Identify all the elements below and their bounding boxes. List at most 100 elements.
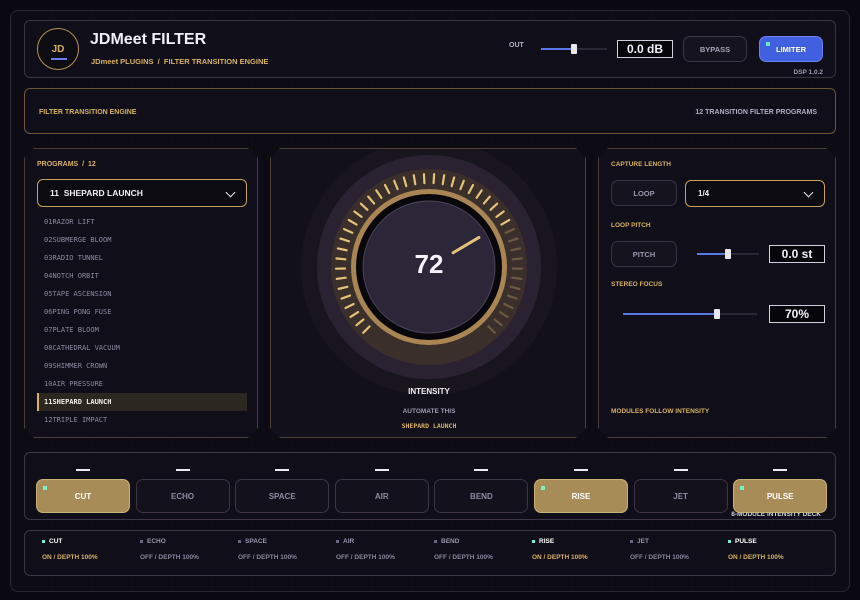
status-dot-icon <box>238 540 241 543</box>
status-dot-icon <box>728 540 731 543</box>
program-name: SHEPARD LAUNCH <box>52 398 112 406</box>
pitch-label: PITCH <box>632 249 656 259</box>
pitch-button[interactable]: PITCH <box>611 241 677 267</box>
program-item-notch-orbit[interactable]: 04 NOTCH ORBIT <box>37 267 247 285</box>
module-label: BEND <box>470 491 493 501</box>
module-indicator-space <box>275 469 290 471</box>
module-indicator-air <box>374 469 389 471</box>
chevron-down-icon <box>226 188 236 198</box>
module-button-cut[interactable]: CUT <box>36 479 130 513</box>
program-name: SHIMMER CROWN <box>52 362 108 370</box>
program-item-submerge-bloom[interactable]: 02 SUBMERGE BLOOM <box>37 231 247 249</box>
program-item-triple-impact[interactable]: 12 TRIPLE IMPACT <box>37 411 247 429</box>
program-name: CATHEDRAL VACUUM <box>52 344 120 352</box>
pitch-slider[interactable] <box>697 249 759 259</box>
stereo-focus-slider[interactable] <box>623 309 757 319</box>
module-status-name: SPACE <box>238 538 336 545</box>
automate-label: AUTOMATE THIS <box>402 408 456 415</box>
module-status-label: SPACE <box>245 538 267 545</box>
out-label: OUT <box>509 42 524 49</box>
pitch-slider-thumb[interactable] <box>725 249 731 259</box>
program-number: 08 <box>44 344 53 352</box>
module-led <box>740 486 745 490</box>
program-number: 02 <box>44 236 53 244</box>
capture-length-select[interactable]: 1/4 <box>685 180 825 207</box>
module-label: AIR <box>374 491 389 501</box>
status-dot-icon <box>434 540 437 543</box>
module-button-pulse[interactable]: PULSE <box>733 479 828 513</box>
module-button-jet[interactable]: JET <box>633 479 728 513</box>
module-button-bend[interactable]: BEND <box>434 479 529 513</box>
program-select[interactable]: 11 SHEPARD LAUNCH <box>37 179 247 207</box>
program-number: 07 <box>44 326 53 334</box>
program-item-radio-tunnel[interactable]: 03 RADIO TUNNEL <box>37 249 247 267</box>
module-label: SPACE <box>268 491 296 501</box>
logo-text: JD <box>51 43 65 55</box>
module-status-name: BEND <box>434 538 532 545</box>
module-indicator-echo <box>175 469 190 471</box>
program-item-shepard-launch[interactable]: 11 SHEPARD LAUNCH <box>37 393 247 411</box>
program-item-tape-ascension[interactable]: 05 TAPE ASCENSION <box>37 285 247 303</box>
module-label: CUT <box>74 491 92 501</box>
module-status-value: ON / DEPTH 100% <box>728 554 784 561</box>
loop-button[interactable]: LOOP <box>611 180 677 206</box>
stereo-focus-label: STEREO FOCUS <box>611 281 663 288</box>
program-count-label: 12 TRANSITION FILTER PROGRAMS <box>695 109 817 116</box>
output-slider[interactable] <box>541 44 607 54</box>
capture-length-value: 1/4 <box>698 189 710 198</box>
program-item-air-pressure[interactable]: 10 AIR PRESSURE <box>37 375 247 393</box>
module-status-air: AIR OFF / DEPTH 100% <box>336 538 434 561</box>
status-dot-icon <box>140 540 143 543</box>
output-slider-thumb[interactable] <box>571 44 577 54</box>
program-name: NOTCH ORBIT <box>52 272 99 280</box>
bypass-label: BYPASS <box>699 44 731 54</box>
capture-panel: CAPTURE LENGTH LOOP 1/4 LOOP PITCH PITCH… <box>598 148 836 438</box>
limiter-label: LIMITER <box>776 44 806 54</box>
stereo-focus-readout[interactable]: 70% <box>769 305 825 323</box>
program-list: 01 RAZOR LIFT 02 SUBMERGE BLOOM 03 RADIO T… <box>37 213 247 429</box>
module-led <box>541 486 545 490</box>
knob-tick <box>336 259 345 260</box>
output-gain-readout[interactable]: 0.0 dB <box>617 40 673 58</box>
chevron-down-icon <box>804 188 814 198</box>
program-name: PING PONG FUSE <box>52 308 112 316</box>
module-button-space[interactable]: SPACE <box>235 479 330 513</box>
module-led <box>43 486 47 490</box>
module-status-value: ON / DEPTH 100% <box>532 554 588 561</box>
program-name: TRIPLE IMPACT <box>52 416 108 424</box>
program-number: 09 <box>44 362 53 370</box>
status-dot-icon <box>42 540 45 543</box>
program-item-ping-pong-fuse[interactable]: 06 PING PONG FUSE <box>37 303 247 321</box>
module-status-bend: BEND OFF / DEPTH 100% <box>434 538 532 561</box>
module-status-name: PULSE <box>728 538 826 545</box>
logo-underline <box>51 58 67 60</box>
limiter-button[interactable]: LIMITER <box>759 36 823 62</box>
program-item-cathedral-vacuum[interactable]: 08 CATHEDRAL VACUUM <box>37 339 247 357</box>
module-status-space: SPACE OFF / DEPTH 100% <box>238 538 336 561</box>
module-button-rise[interactable]: RISE <box>534 479 628 513</box>
module-status-label: CUT <box>49 538 63 545</box>
program-number: 10 <box>44 380 53 388</box>
module-button-echo[interactable]: ECHO <box>135 479 230 513</box>
loop-pitch-label: LOOP PITCH <box>611 222 651 229</box>
program-number: 03 <box>44 254 53 262</box>
bypass-button[interactable]: BYPASS <box>683 36 747 62</box>
program-name: RAZOR LIFT <box>52 218 95 226</box>
dsp-version: DSP 1.0.2 <box>793 69 823 76</box>
program-item-shimmer-crown[interactable]: 09 SHIMMER CROWN <box>37 357 247 375</box>
program-number: 01 <box>44 218 53 226</box>
module-status-name: ECHO <box>140 538 238 545</box>
program-number: 06 <box>44 308 53 316</box>
program-item-plate-bloom[interactable]: 07 PLATE BLOOM <box>37 321 247 339</box>
module-indicator-bend <box>474 469 489 471</box>
stereo-focus-slider-thumb[interactable] <box>714 309 720 319</box>
module-status-label: BEND <box>441 538 460 545</box>
module-indicator-jet <box>673 469 688 471</box>
program-name: AIR PRESSURE <box>52 380 104 388</box>
pitch-readout[interactable]: 0.0 st <box>769 245 825 263</box>
module-status-pulse: PULSE ON / DEPTH 100% <box>728 538 826 561</box>
module-status-label: RISE <box>539 538 555 545</box>
module-button-air[interactable]: AIR <box>334 479 429 513</box>
program-item-razor-lift[interactable]: 01 RAZOR LIFT <box>37 213 247 231</box>
module-status-cut: CUT ON / DEPTH 100% <box>42 538 140 561</box>
